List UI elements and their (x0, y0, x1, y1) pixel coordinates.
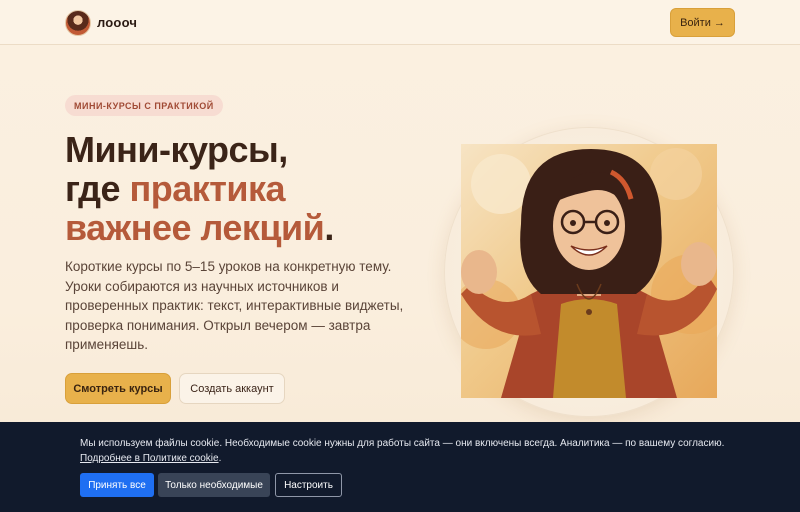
login-button[interactable]: Войти → (670, 8, 735, 37)
hero-title: Мини-курсы, где практика важнее лекций. (65, 130, 405, 247)
create-account-button[interactable]: Создать аккаунт (179, 373, 285, 404)
accept-all-button[interactable]: Принять все (80, 473, 154, 497)
hero-title-line3-accent: важнее лекций (65, 207, 325, 248)
hero-title-line2-plain: где (65, 168, 130, 209)
brand-name: лоооч (97, 15, 138, 30)
brand-avatar (65, 9, 91, 36)
cookie-text: Мы используем файлы cookie. Необходимые … (80, 436, 730, 466)
hero-title-line3-plain: . (324, 207, 334, 248)
cookie-banner: Мы используем файлы cookie. Необходимые … (0, 422, 800, 512)
cookie-message: Мы используем файлы cookie. Необходимые … (80, 438, 725, 449)
configure-cookies-button[interactable]: Настроить (275, 473, 342, 497)
hero-illustration-art (461, 148, 717, 398)
hero-lead: Короткие курсы по 5–15 уроков на конкрет… (65, 259, 404, 352)
hero-title-line2-accent: практика (129, 168, 286, 209)
hero-illustration (461, 144, 717, 398)
brand-logo-link[interactable]: лоооч (65, 9, 137, 36)
cookie-message-end: . (218, 453, 222, 464)
view-courses-button[interactable]: Смотреть курсы (65, 373, 171, 404)
only-necessary-button[interactable]: Только необходимые (158, 473, 270, 497)
site-header: лоооч Войти → (0, 0, 800, 45)
hero-title-line1: Мини-курсы, (65, 129, 288, 170)
hero-badge: МИНИ-КУРСЫ С ПРАКТИКОЙ (65, 95, 223, 116)
cookie-policy-link[interactable]: Подробнее в Политике cookie (80, 453, 219, 464)
